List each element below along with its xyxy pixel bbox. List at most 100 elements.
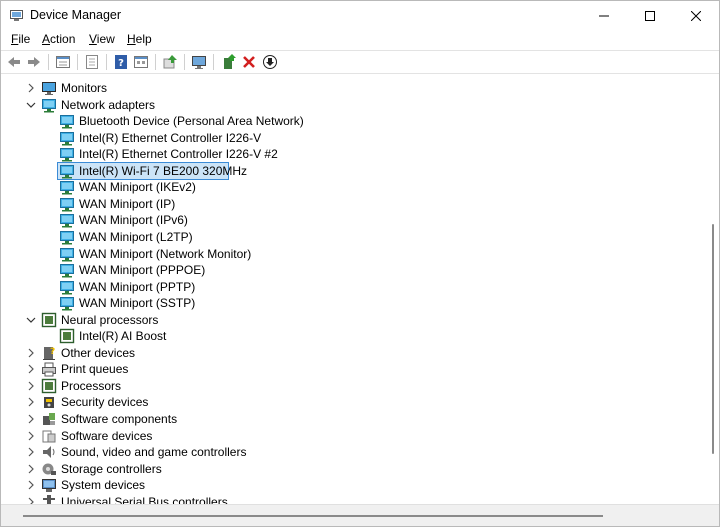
menu-view-accel: V [89, 32, 97, 46]
close-button[interactable] [673, 1, 719, 30]
tree-item-label: WAN Miniport (IP) [79, 196, 176, 211]
tree-device[interactable]: WAN Miniport (IKEv2) [1, 179, 701, 195]
security-icon [44, 397, 54, 409]
tree-device[interactable]: Intel(R) AI Boost [1, 328, 701, 344]
tree-device[interactable]: Intel(R) Wi-Fi 7 BE200 320MHz [1, 161, 701, 180]
tree-item-label: Intel(R) AI Boost [79, 329, 167, 344]
tree-category[interactable]: Print queues [1, 361, 701, 377]
chevron-down-icon[interactable] [25, 99, 37, 111]
tree-category[interactable]: Processors [1, 378, 701, 394]
toolbar-separator [155, 54, 156, 70]
chevron-right-icon[interactable] [25, 413, 37, 425]
tree-category[interactable]: Storage controllers [1, 461, 701, 477]
menu-view[interactable]: View [89, 32, 115, 46]
scan-hardware-icon [192, 56, 206, 69]
tree-item-label: Other devices [61, 345, 136, 360]
horizontal-scrollbar[interactable] [1, 504, 719, 526]
back-icon [8, 57, 20, 67]
network-icon [60, 230, 74, 245]
tree-device[interactable]: Intel(R) Ethernet Controller I226-V #2 [1, 146, 701, 162]
menu-file[interactable]: File [11, 32, 30, 46]
tree-category[interactable]: Neural processors [1, 312, 701, 328]
tree-category[interactable]: Sound, video and game controllers [1, 444, 701, 460]
monitor-icon [42, 82, 56, 95]
chevron-right-icon[interactable] [25, 363, 37, 375]
chevron-right-icon[interactable] [25, 430, 37, 442]
chevron-right-icon[interactable] [25, 396, 37, 408]
show-hidden-button[interactable] [84, 54, 100, 70]
toolbar: ? [1, 50, 719, 74]
tree-device[interactable]: WAN Miniport (L2TP) [1, 229, 701, 245]
tree-device[interactable]: WAN Miniport (PPPOE) [1, 262, 701, 278]
menu-action[interactable]: Action [42, 32, 75, 46]
tree-device[interactable]: WAN Miniport (IPv6) [1, 212, 701, 228]
tree-category[interactable]: Security devices [1, 394, 701, 410]
tree-device[interactable]: Bluetooth Device (Personal Area Network) [1, 113, 701, 129]
speaker-icon [43, 446, 55, 459]
tree-category[interactable]: Universal Serial Bus controllers [1, 494, 701, 504]
tree-item-label: Intel(R) Ethernet Controller I226-V [79, 130, 262, 145]
forward-button[interactable] [26, 54, 42, 70]
scan-hardware-button[interactable] [191, 54, 207, 70]
network-icon [60, 247, 74, 261]
back-button[interactable] [6, 54, 22, 70]
tree-item-label: Storage controllers [61, 461, 162, 476]
chevron-right-icon[interactable] [25, 347, 37, 359]
network-icon [60, 297, 74, 311]
tree-item-label: WAN Miniport (L2TP) [79, 229, 193, 244]
tree-device[interactable]: WAN Miniport (SSTP) [1, 295, 701, 311]
chevron-right-icon[interactable] [25, 446, 37, 458]
tree-item-label: WAN Miniport (Network Monitor) [79, 246, 252, 261]
chevron-right-icon[interactable] [25, 496, 37, 504]
maximize-button[interactable] [627, 1, 673, 30]
properties-button[interactable] [55, 54, 71, 70]
tree-category[interactable]: Software devices [1, 428, 701, 444]
tree-device[interactable]: WAN Miniport (PPTP) [1, 279, 701, 295]
view-button[interactable] [133, 54, 149, 70]
menu-help-label: elp [135, 32, 152, 46]
vertical-scrollbar[interactable] [707, 74, 719, 504]
tree-category[interactable]: Software components [1, 411, 701, 427]
update-driver-button[interactable] [162, 54, 178, 70]
chevron-right-icon[interactable] [25, 479, 37, 491]
tree-item-label: Network adapters [61, 97, 156, 112]
uninstall-button[interactable] [241, 54, 257, 70]
toolbar-separator [213, 54, 214, 70]
menu-help[interactable]: Help [127, 32, 152, 46]
update-driver-icon [163, 55, 177, 69]
network-icon [60, 214, 74, 228]
download-button[interactable] [262, 54, 278, 70]
vertical-scrollbar-thumb[interactable] [712, 224, 714, 454]
chevron-right-icon[interactable] [25, 82, 37, 94]
network-icon [60, 131, 74, 146]
tree-item-label: Sound, video and game controllers [61, 445, 247, 460]
tree-category[interactable]: Monitors [1, 80, 701, 96]
add-driver-button[interactable] [221, 54, 237, 70]
tree-device[interactable]: Intel(R) Ethernet Controller I226-V [1, 130, 701, 146]
tree-device[interactable]: WAN Miniport (Network Monitor) [1, 246, 701, 262]
close-icon [691, 10, 701, 21]
chevron-down-icon[interactable] [25, 314, 37, 326]
tree-category[interactable]: System devices [1, 477, 701, 493]
tree-device[interactable]: WAN Miniport (IP) [1, 196, 701, 212]
menu-file-label: ile [18, 32, 31, 46]
minimize-button[interactable] [581, 1, 627, 30]
help-button[interactable]: ? [113, 54, 129, 70]
horizontal-scrollbar-thumb[interactable] [23, 515, 603, 517]
tree-category[interactable]: ? Other devices [1, 345, 701, 361]
tree-item-label: Monitors [61, 81, 108, 95]
tree-category[interactable]: Network adapters [1, 97, 701, 113]
chevron-right-icon[interactable] [25, 463, 37, 475]
other-device-icon: ? [43, 346, 55, 360]
usb-icon [43, 494, 55, 504]
menu-action-accel: A [42, 32, 51, 46]
tree-item-label: Bluetooth Device (Personal Area Network) [79, 114, 304, 129]
device-tree[interactable]: Monitors Network adapters Bluetooth Device… [1, 74, 707, 504]
toolbar-separator [48, 54, 49, 70]
menu-view-label: iew [96, 32, 115, 46]
show-hidden-icon [86, 55, 98, 69]
title-bar[interactable]: Device Manager [1, 1, 719, 30]
network-icon [60, 181, 74, 195]
chevron-right-icon[interactable] [25, 380, 37, 392]
storage-icon [42, 463, 56, 475]
